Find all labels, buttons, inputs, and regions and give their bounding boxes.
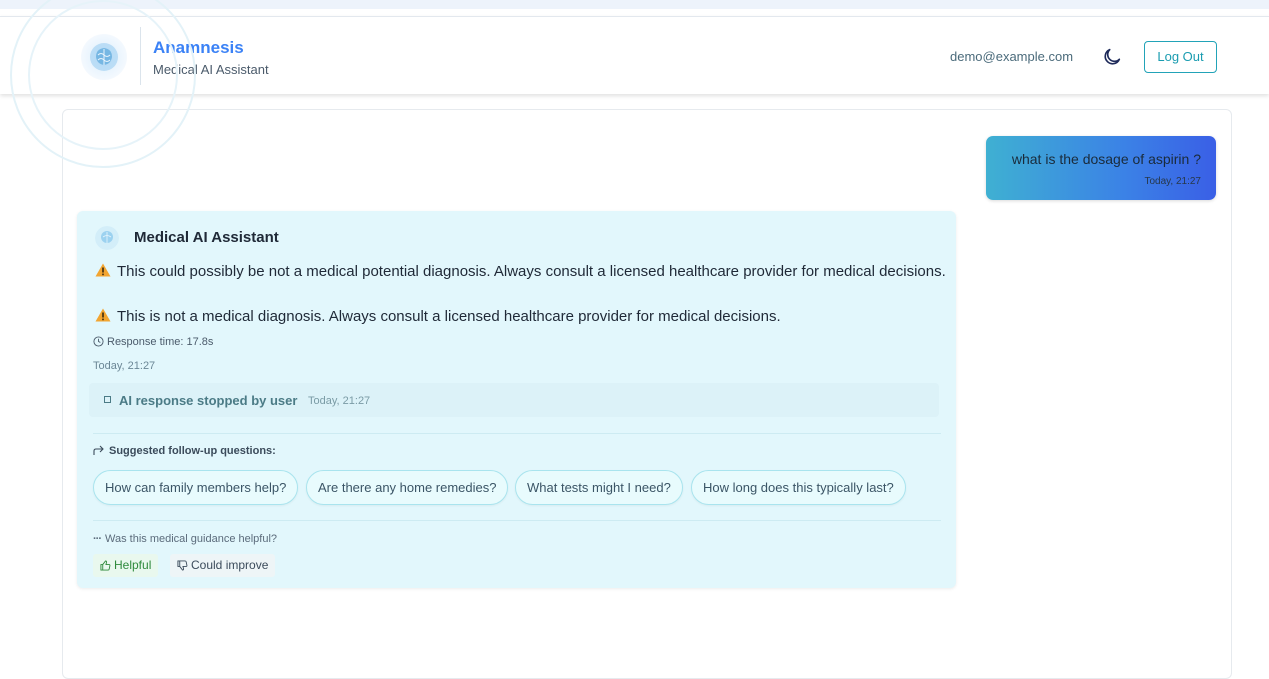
forward-arrow-icon	[93, 445, 104, 455]
suggestion-chip[interactable]: How can family members help?	[93, 470, 299, 505]
warning-text: This could possibly be not a medical pot…	[117, 263, 946, 280]
response-time: Response time: 17.8s	[93, 336, 213, 348]
top-strip	[0, 0, 1269, 9]
response-stopped-banner: AI response stopped by user Today, 21:27	[89, 383, 939, 417]
feedback-question-text: Was this medical guidance helpful?	[105, 533, 278, 545]
warning-line: This is not a medical diagnosis. Always …	[95, 308, 781, 325]
ai-message-card: Medical AI Assistant This could possibly…	[77, 211, 956, 588]
app-header: Anamnesis Medical AI Assistant demo@exam…	[0, 16, 1269, 94]
user-message-text: what is the dosage of aspirin ?	[1011, 151, 1201, 167]
warning-text: This is not a medical diagnosis. Always …	[117, 308, 781, 325]
app-subtitle: Medical AI Assistant	[153, 62, 269, 77]
stopped-label: AI response stopped by user	[119, 393, 298, 408]
divider	[93, 520, 941, 521]
user-email: demo@example.com	[950, 49, 1074, 64]
logout-button[interactable]: Log Out	[1144, 41, 1217, 73]
user-message-bubble: what is the dosage of aspirin ? Today, 2…	[986, 136, 1216, 200]
helpful-button[interactable]: Helpful	[93, 554, 159, 577]
helpful-label: Helpful	[114, 558, 152, 572]
divider	[93, 433, 941, 434]
logo-divider	[140, 27, 141, 85]
could-improve-button[interactable]: Could improve	[170, 554, 276, 577]
user-message-timestamp: Today, 21:27	[1144, 176, 1201, 187]
stop-square-icon	[104, 396, 111, 403]
warning-line: This could possibly be not a medical pot…	[95, 263, 946, 280]
suggested-heading: Suggested follow-up questions:	[93, 445, 276, 457]
warning-icon	[95, 308, 111, 322]
thumbs-down-icon	[177, 560, 188, 571]
ai-message-timestamp: Today, 21:27	[93, 360, 156, 372]
suggestion-chip[interactable]: How long does this typically last?	[691, 470, 906, 505]
ai-sender-name: Medical AI Assistant	[134, 229, 279, 246]
warning-icon	[95, 263, 111, 277]
could-improve-label: Could improve	[191, 558, 269, 572]
app-name: Anamnesis	[153, 38, 244, 57]
thumbs-up-icon	[100, 560, 111, 571]
feedback-question: ··· Was this medical guidance helpful?	[93, 533, 277, 545]
ai-avatar-icon	[95, 226, 119, 250]
stopped-timestamp: Today, 21:27	[308, 395, 371, 407]
brain-logo-icon[interactable]	[80, 33, 128, 81]
ellipsis-icon: ···	[93, 533, 102, 545]
clock-icon	[93, 336, 104, 347]
suggestion-chip[interactable]: Are there any home remedies?	[306, 470, 509, 505]
suggestion-chip[interactable]: What tests might I need?	[515, 470, 683, 505]
response-time-text: Response time: 17.8s	[107, 336, 214, 348]
moon-icon[interactable]	[1101, 46, 1123, 68]
suggested-heading-text: Suggested follow-up questions:	[109, 445, 276, 457]
